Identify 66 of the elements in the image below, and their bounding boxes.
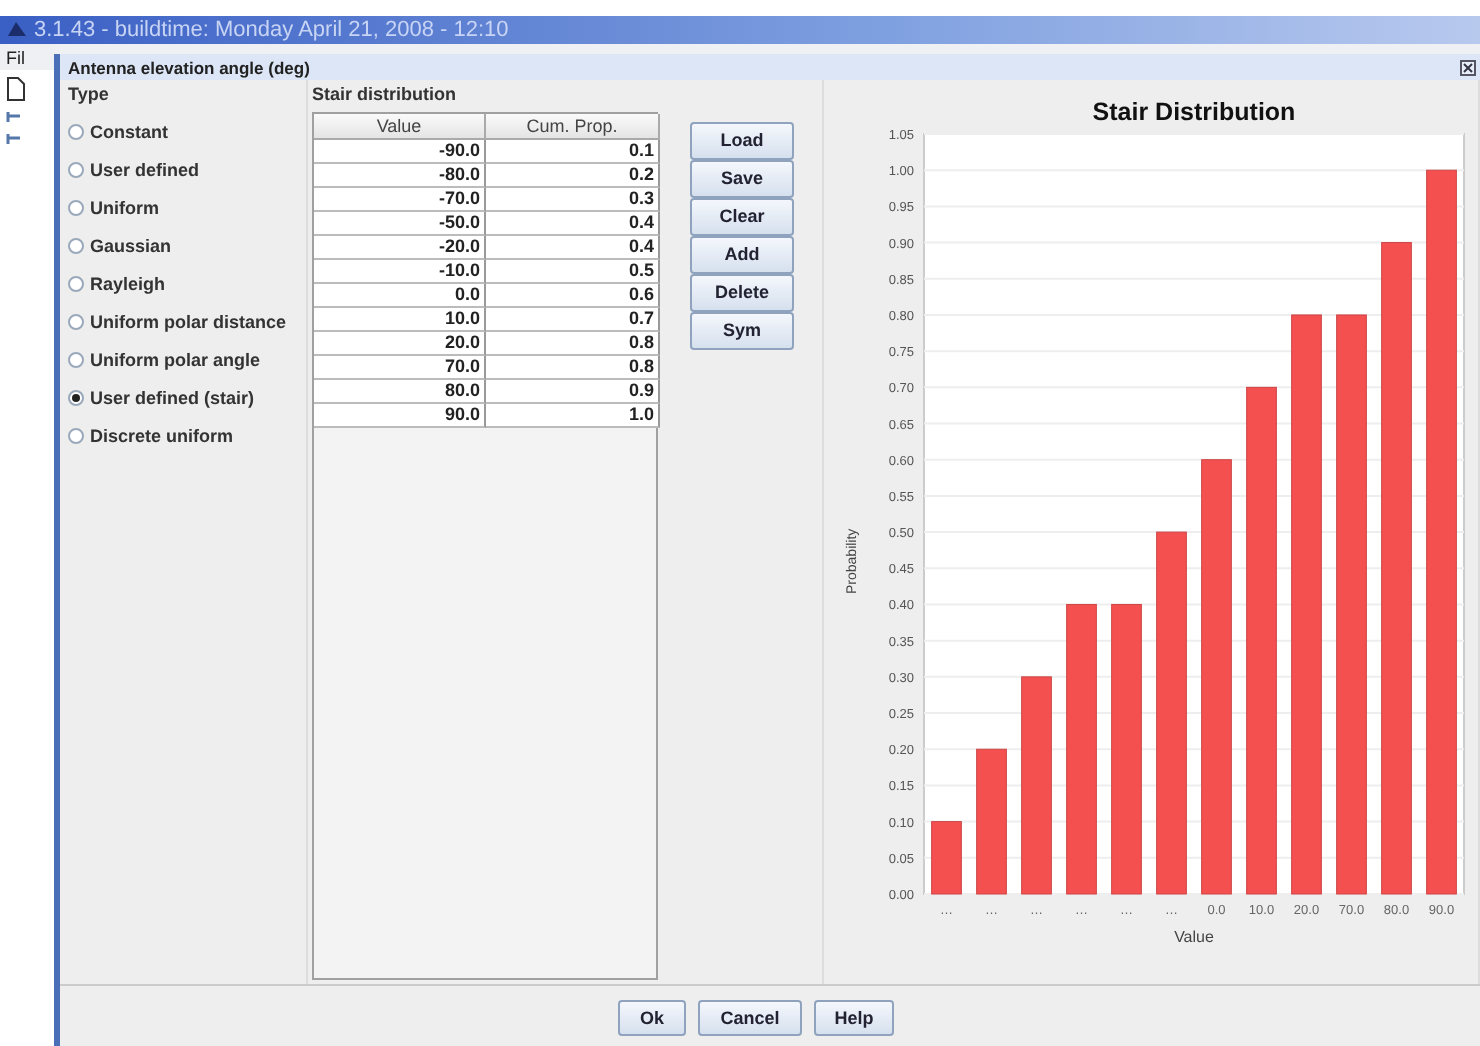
table-cell: -70.0: [314, 188, 486, 212]
table-cell: 1.0: [486, 404, 660, 428]
table-action-button[interactable]: Delete: [690, 273, 794, 311]
table-cell: 0.5: [486, 260, 660, 284]
table-cell: 0.1: [486, 140, 660, 164]
radio-option[interactable]: User defined (stair): [68, 378, 298, 416]
table-cell: 20.0: [314, 332, 486, 356]
column-header[interactable]: Value: [314, 114, 486, 140]
radio-option[interactable]: Rayleigh: [68, 264, 298, 302]
table-cell: 0.3: [486, 188, 660, 212]
app-icon: [8, 22, 26, 38]
table-cell: 80.0: [314, 380, 486, 404]
radio-option[interactable]: Uniform: [68, 188, 298, 226]
table-action-button[interactable]: Save: [690, 159, 794, 197]
chart-title: Stair Distribution: [1092, 98, 1296, 126]
radio-option[interactable]: Uniform polar distance: [68, 302, 298, 340]
table-action-button[interactable]: Clear: [690, 197, 794, 235]
tree-node-icon[interactable]: [6, 132, 22, 146]
x-axis-label: Value: [1174, 928, 1214, 946]
table-cell: 0.8: [486, 332, 660, 356]
tree-node-icon[interactable]: [6, 110, 22, 124]
radio-button[interactable]: [68, 237, 84, 253]
table-cell: 0.8: [486, 356, 660, 380]
table-action-button[interactable]: Add: [690, 235, 794, 273]
dialog-button[interactable]: Ok: [618, 1000, 686, 1036]
radio-button[interactable]: [68, 275, 84, 291]
table-cell: -90.0: [314, 140, 486, 164]
close-icon[interactable]: [1460, 59, 1476, 75]
table-cell: 70.0: [314, 356, 486, 380]
table-cell: -50.0: [314, 212, 486, 236]
panel-title: Stair distribution: [312, 84, 458, 104]
document-icon[interactable]: [6, 76, 26, 102]
radio-option[interactable]: Constant: [68, 112, 298, 150]
table-action-button[interactable]: Sym: [690, 311, 794, 349]
table-cell: 0.7: [486, 308, 660, 332]
radio-button[interactable]: [68, 427, 84, 443]
dialog-button[interactable]: Cancel: [698, 1000, 802, 1036]
menu-item[interactable]: Fil: [6, 47, 25, 67]
table-cell: -80.0: [314, 164, 486, 188]
radio-button[interactable]: [68, 123, 84, 139]
radio-option[interactable]: User defined: [68, 150, 298, 188]
table-cell: 0.4: [486, 236, 660, 260]
radio-button[interactable]: [68, 389, 84, 405]
dialog-title: Antenna elevation angle (deg): [68, 57, 310, 77]
table-cell: 10.0: [314, 308, 486, 332]
window-title: 3.1.43 - buildtime: Monday April 21, 2008 - 12:10: [34, 18, 509, 42]
dialog-button[interactable]: Help: [814, 1000, 894, 1036]
table-cell: -10.0: [314, 260, 486, 284]
table-cell: 0.2: [486, 164, 660, 188]
table-cell: 0.6: [486, 284, 660, 308]
bar: [931, 821, 962, 895]
radio-button[interactable]: [68, 161, 84, 177]
table-cell: 90.0: [314, 404, 486, 428]
table-cell: 0.9: [486, 380, 660, 404]
radio-option[interactable]: Gaussian: [68, 226, 298, 264]
column-header[interactable]: Cum. Prop.: [486, 114, 660, 140]
radio-button[interactable]: [68, 199, 84, 215]
table-cell: 0.4: [486, 212, 660, 236]
radio-button[interactable]: [68, 313, 84, 329]
panel-title: Type: [68, 84, 111, 104]
table-cell: 0.0: [314, 284, 486, 308]
radio-option[interactable]: Discrete uniform: [68, 416, 298, 454]
radio-option[interactable]: Uniform polar angle: [68, 340, 298, 378]
table-cell: -20.0: [314, 236, 486, 260]
radio-button[interactable]: [68, 351, 84, 367]
table-action-button[interactable]: Load: [690, 121, 794, 159]
